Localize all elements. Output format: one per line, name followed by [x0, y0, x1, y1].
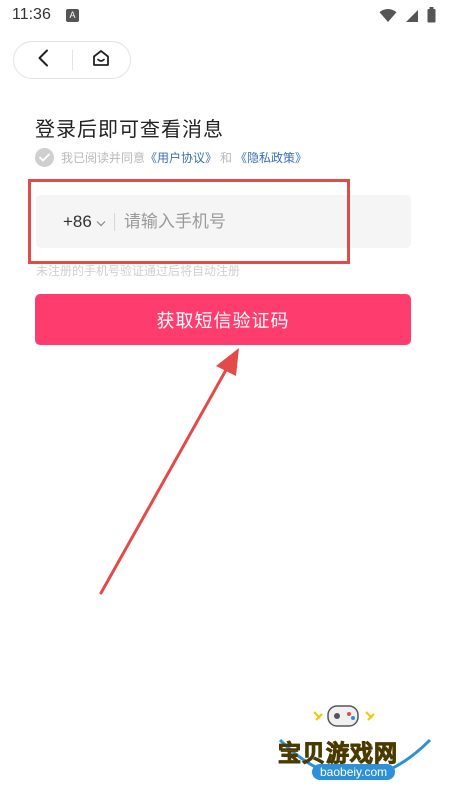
annotation-arrow — [99, 348, 239, 595]
watermark-url: baobeiy.com — [312, 764, 396, 780]
watermark-name: 宝贝游戏网 — [278, 741, 398, 768]
watermark-logo: 宝贝游戏网 baobeiy.com — [270, 700, 440, 798]
